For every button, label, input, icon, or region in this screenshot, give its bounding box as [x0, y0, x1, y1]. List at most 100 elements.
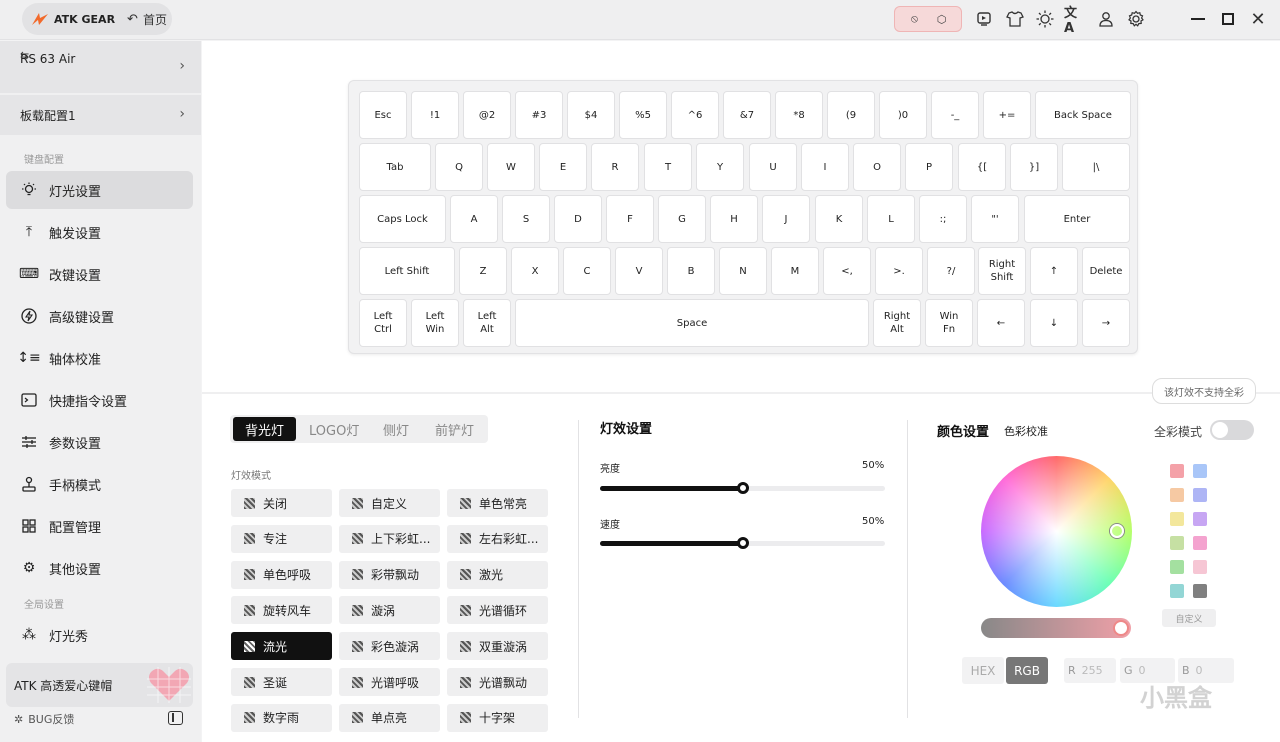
- color-swatch[interactable]: [1193, 536, 1207, 550]
- effect-button[interactable]: 单点亮: [339, 703, 440, 732]
- color-calibrate-link[interactable]: 色彩校准: [1004, 423, 1048, 439]
- key-caps-lock[interactable]: Caps Lock: [359, 195, 446, 243]
- sidebar-item-remap[interactable]: ⌨ 改键设置: [6, 255, 193, 293]
- sidebar-item-profiles[interactable]: 配置管理: [6, 507, 193, 545]
- key-p[interactable]: P: [905, 143, 953, 191]
- device-selector[interactable]: ⇆ RS 63 Air ›: [0, 41, 201, 93]
- key-+=[interactable]: +=: [983, 91, 1031, 139]
- sidebar-item-lighting[interactable]: 灯光设置: [6, 171, 193, 209]
- key-j[interactable]: J: [762, 195, 810, 243]
- key-*8[interactable]: *8: [775, 91, 823, 139]
- key-a[interactable]: A: [450, 195, 498, 243]
- key--_[interactable]: -_: [931, 91, 979, 139]
- effect-button[interactable]: 专注: [231, 524, 332, 553]
- block-icon[interactable]: ⦸: [907, 11, 923, 27]
- key-|\[interactable]: |\: [1062, 143, 1130, 191]
- brightness-slider-handle[interactable]: [736, 482, 749, 494]
- effect-button[interactable]: 旋转风车: [231, 596, 332, 625]
- effect-button[interactable]: 光谱循环: [447, 596, 548, 625]
- key-↑[interactable]: ↑: [1030, 247, 1078, 295]
- key-:;[interactable]: :;: [919, 195, 967, 243]
- key-f[interactable]: F: [606, 195, 654, 243]
- rgb-mode-button[interactable]: RGB: [1006, 657, 1048, 684]
- key-↓[interactable]: ↓: [1030, 299, 1078, 347]
- effect-button[interactable]: 自定义: [339, 489, 440, 517]
- key-n[interactable]: N: [719, 247, 767, 295]
- screen-icon[interactable]: [973, 8, 995, 30]
- custom-color-button[interactable]: 自定义: [1162, 609, 1216, 627]
- color-swatch[interactable]: [1170, 560, 1184, 574]
- key-c[interactable]: C: [563, 247, 611, 295]
- key-back-space[interactable]: Back Space: [1035, 91, 1131, 139]
- translate-icon[interactable]: 文A: [1064, 6, 1086, 36]
- key-d[interactable]: D: [554, 195, 602, 243]
- brightness-icon[interactable]: [1034, 8, 1056, 30]
- sidebar-item-trigger[interactable]: ⤒ 触发设置: [6, 213, 193, 251]
- key-v[interactable]: V: [615, 247, 663, 295]
- key-l[interactable]: L: [867, 195, 915, 243]
- color-swatch[interactable]: [1193, 464, 1207, 478]
- cube-icon[interactable]: ⬡: [934, 11, 950, 27]
- settings-icon[interactable]: [1125, 8, 1147, 30]
- effect-button[interactable]: 左右彩虹...: [447, 524, 548, 553]
- key-{[[interactable]: {[: [958, 143, 1006, 191]
- key-#3[interactable]: #3: [515, 91, 563, 139]
- brightness-slider[interactable]: [600, 482, 885, 494]
- effect-button[interactable]: 单色常亮: [447, 489, 548, 517]
- key-right-shift[interactable]: Right Shift: [978, 247, 1026, 295]
- user-icon[interactable]: [1095, 8, 1117, 30]
- effect-button[interactable]: 光谱呼吸: [339, 668, 440, 696]
- full-color-toggle[interactable]: [1210, 420, 1254, 440]
- key-?/[interactable]: ?/: [927, 247, 975, 295]
- sidebar-item-advanced-keys[interactable]: 高级键设置: [6, 297, 193, 335]
- sidebar-item-parameters[interactable]: 参数设置: [6, 423, 193, 461]
- key-→[interactable]: →: [1082, 299, 1130, 347]
- color-swatch[interactable]: [1170, 584, 1184, 598]
- effect-button[interactable]: 关闭: [231, 489, 332, 517]
- close-icon[interactable]: ✕: [1247, 8, 1269, 30]
- key-enter[interactable]: Enter: [1024, 195, 1130, 243]
- sidebar-collapse-icon[interactable]: [168, 711, 183, 725]
- speed-slider-handle[interactable]: [736, 537, 749, 549]
- key-y[interactable]: Y: [696, 143, 744, 191]
- key-"'[interactable]: "': [971, 195, 1019, 243]
- brand-home-pill[interactable]: ATK GEAR ↶ 首页: [22, 3, 172, 35]
- promo-banner[interactable]: ATK 高透爱心键帽: [6, 663, 193, 707]
- key-w[interactable]: W: [487, 143, 535, 191]
- color-swatch[interactable]: [1193, 584, 1207, 598]
- profile-selector[interactable]: 板载配置1 ›: [0, 95, 201, 135]
- key-s[interactable]: S: [502, 195, 550, 243]
- home-link[interactable]: ↶ 首页: [127, 11, 167, 28]
- key-^6[interactable]: ^6: [671, 91, 719, 139]
- key-win-fn[interactable]: Win Fn: [925, 299, 973, 347]
- tab-backlight[interactable]: 背光灯: [233, 417, 297, 441]
- tab-front-light[interactable]: 前铲灯: [423, 417, 486, 441]
- key-u[interactable]: U: [749, 143, 797, 191]
- speed-slider[interactable]: [600, 537, 885, 549]
- key-@2[interactable]: @2: [463, 91, 511, 139]
- saturation-slider[interactable]: [981, 618, 1131, 638]
- effect-button[interactable]: 彩色漩涡: [339, 632, 440, 661]
- key-)0[interactable]: )0: [879, 91, 927, 139]
- color-wheel-handle[interactable]: [1110, 524, 1124, 538]
- color-swatch[interactable]: [1170, 488, 1184, 502]
- key-h[interactable]: H: [710, 195, 758, 243]
- key-!1[interactable]: !1: [411, 91, 459, 139]
- effect-button[interactable]: 光谱飘动: [447, 668, 548, 696]
- sidebar-item-gamepad[interactable]: 手柄模式: [6, 465, 193, 503]
- key-q[interactable]: Q: [435, 143, 483, 191]
- key-esc[interactable]: Esc: [359, 91, 407, 139]
- key-k[interactable]: K: [815, 195, 863, 243]
- key-g[interactable]: G: [658, 195, 706, 243]
- key-left-ctrl[interactable]: Left Ctrl: [359, 299, 407, 347]
- color-swatch[interactable]: [1170, 464, 1184, 478]
- key-←[interactable]: ←: [977, 299, 1025, 347]
- effect-button[interactable]: 数字雨: [231, 703, 332, 732]
- key-%5[interactable]: %5: [619, 91, 667, 139]
- key-e[interactable]: E: [539, 143, 587, 191]
- sidebar-item-other[interactable]: ⚙ 其他设置: [6, 549, 193, 587]
- key-space[interactable]: Space: [515, 299, 869, 347]
- key-(9[interactable]: (9: [827, 91, 875, 139]
- color-swatch[interactable]: [1193, 560, 1207, 574]
- sidebar-item-calibration[interactable]: ↕≡ 轴体校准: [6, 339, 193, 377]
